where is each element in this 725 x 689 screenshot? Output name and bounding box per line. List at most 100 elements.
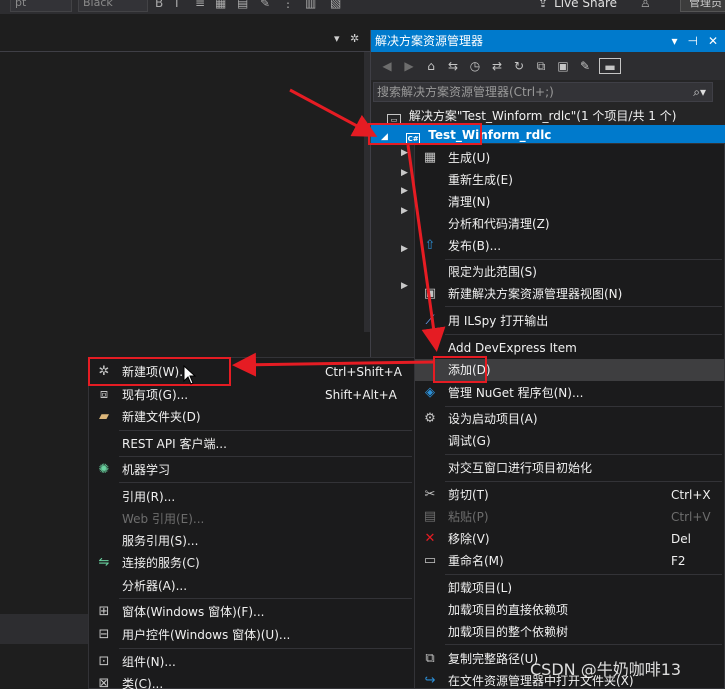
back-icon[interactable]: ◀: [379, 58, 395, 74]
menu-item[interactable]: ⇋ 连接的服务(C): [89, 552, 414, 574]
tree-expand-icon[interactable]: ▶: [401, 244, 408, 254]
menu-item[interactable]: ⟋ 用 ILSpy 打开输出: [415, 310, 724, 332]
sync-icon[interactable]: ⇄: [489, 58, 505, 74]
menu-item[interactable]: Add DevExpress Item: [415, 337, 724, 359]
tree-expand-icon[interactable]: ▶: [401, 281, 408, 291]
menu-item[interactable]: ▭ 重命名(M) F2: [415, 550, 724, 572]
search-icon[interactable]: ⌕▾: [693, 83, 706, 101]
menu-item[interactable]: 加载项目的整个依赖树: [415, 621, 724, 643]
format-icon[interactable]: ▧: [330, 0, 341, 10]
menu-item[interactable]: 添加(D): [415, 359, 724, 381]
menu-item[interactable]: ▣ 新建解决方案资源管理器视图(N): [415, 283, 724, 305]
close-icon[interactable]: ✕: [708, 30, 718, 52]
chevron-down-icon[interactable]: ▾: [671, 30, 677, 52]
menu-item[interactable]: 清理(N): [415, 191, 724, 213]
live-share-icon: ⇪: [538, 0, 549, 10]
theme-dropdown[interactable]: Black: [78, 0, 148, 12]
menu-item[interactable]: ✲ 新建项(W)... Ctrl+Shift+A: [89, 361, 414, 383]
menu-item[interactable]: 卸载项目(L): [415, 577, 724, 599]
menu-separator: [119, 456, 412, 457]
menu-item[interactable]: ▦ 生成(U): [415, 147, 724, 169]
menu-item[interactable]: 限定为此范围(S): [415, 261, 724, 283]
publish-icon: ⇧: [424, 238, 436, 253]
nuget-icon: ◈: [425, 385, 435, 400]
menu-item[interactable]: ⊠ 类(C)...: [89, 673, 414, 689]
grid-icon[interactable]: ▦: [215, 0, 226, 10]
menu-item-label: 设为启动项目(A): [448, 412, 538, 426]
expand-arrow-icon[interactable]: ◢: [381, 132, 388, 142]
switch-views-icon[interactable]: ⇆: [445, 58, 461, 74]
menu-item[interactable]: REST API 客户端...: [89, 433, 414, 455]
wrench-icon[interactable]: ✎: [260, 0, 270, 10]
menu-item[interactable]: 加载项目的直接依赖项: [415, 599, 724, 621]
tree-item-project[interactable]: ◢ C# Test_Winform_rdlc: [371, 125, 725, 145]
menu-separator: [445, 454, 722, 455]
tree-item-solution[interactable]: ▭ 解决方案"Test_Winform_rdlc"(1 个项目/共 1 个): [371, 106, 725, 126]
tree-expand-icon[interactable]: ▶: [401, 206, 408, 216]
menu-item-label: 清理(N): [448, 195, 491, 209]
italic-icon[interactable]: I: [175, 0, 179, 10]
menu-item[interactable]: ⇧ 发布(B)...: [415, 235, 724, 257]
menu-item[interactable]: ▰ 新建文件夹(D): [89, 406, 414, 428]
properties-icon[interactable]: ✎: [577, 58, 593, 74]
menu-item[interactable]: ⊞ 窗体(Windows 窗体)(F)...: [89, 601, 414, 623]
menu-item[interactable]: 分析和代码清理(Z): [415, 213, 724, 235]
home-icon[interactable]: ⌂: [423, 58, 439, 74]
grip-icon[interactable]: ⋮: [282, 0, 294, 10]
font-size-dropdown[interactable]: pt: [10, 0, 72, 12]
solution-search-input[interactable]: 搜索解决方案资源管理器(Ctrl+;) ⌕▾: [373, 82, 713, 102]
menu-item[interactable]: ⧈ 现有项(G)... Shift+Alt+A: [89, 384, 414, 406]
pending-changes-icon[interactable]: ◷: [467, 58, 483, 74]
menu-item-shortcut: Del: [671, 532, 691, 546]
menu-item[interactable]: 重新生成(E): [415, 169, 724, 191]
align-icon[interactable]: ▥: [305, 0, 316, 10]
menu-separator: [445, 259, 722, 260]
solution-explorer-title: 解决方案资源管理器: [375, 34, 484, 48]
menu-item: Web 引用(E)...: [89, 508, 414, 530]
preview-icon[interactable]: ▬: [599, 58, 621, 74]
menu-item[interactable]: ⊟ 用户控件(Windows 窗体)(U)...: [89, 624, 414, 646]
pin-icon[interactable]: ⊣: [687, 30, 697, 52]
list-icon[interactable]: ≡: [195, 0, 205, 10]
feedback-icon[interactable]: ♙: [640, 0, 651, 10]
tree-expand-icon[interactable]: ▶: [401, 168, 408, 178]
menu-item[interactable]: 分析器(A)...: [89, 575, 414, 597]
menu-item-label: 用户控件(Windows 窗体)(U)...: [122, 628, 291, 642]
menu-item[interactable]: ✕ 移除(V) Del: [415, 528, 724, 550]
menu-item[interactable]: ◈ 管理 NuGet 程序包(N)...: [415, 382, 724, 404]
show-all-files-icon[interactable]: ▣: [555, 58, 571, 74]
menu-item-label: 加载项目的整个依赖树: [448, 625, 569, 639]
tree-expand-icon[interactable]: ▶: [401, 186, 408, 196]
watermark: CSDN @牛奶咖啡13: [530, 660, 682, 679]
top-toolbar: pt Black B I ≡ ▦ ▤ ✎ ⋮ ▥ ▧ ⇪ Live Share …: [0, 0, 725, 14]
live-share-button[interactable]: ⇪ Live Share: [538, 0, 617, 10]
build-icon: ▦: [423, 150, 437, 165]
menu-item[interactable]: 服务引用(S)...: [89, 530, 414, 552]
bold-icon[interactable]: B: [155, 0, 163, 10]
menu-item[interactable]: 调试(G): [415, 430, 724, 452]
tree-expand-icon[interactable]: ▶: [401, 148, 408, 158]
menu-item[interactable]: 引用(R)...: [89, 486, 414, 508]
menu-item-shortcut: F2: [671, 554, 686, 568]
forward-icon[interactable]: ▶: [401, 58, 417, 74]
menu-item-label: REST API 客户端...: [122, 437, 227, 451]
menu-separator: [445, 306, 722, 307]
table-icon[interactable]: ▤: [237, 0, 248, 10]
menu-item-label: 粘贴(P): [448, 510, 489, 524]
menu-item[interactable]: ⚙ 设为启动项目(A): [415, 408, 724, 430]
menu-item[interactable]: ✺ 机器学习: [89, 459, 414, 481]
menu-separator: [119, 430, 412, 431]
menu-item[interactable]: 对交互窗口进行项目初始化: [415, 457, 724, 479]
tab-dropdown-icon[interactable]: ▾: [334, 32, 340, 45]
menu-item-label: 加载项目的直接依赖项: [448, 603, 569, 617]
menu-item-label: 添加(D): [448, 363, 491, 377]
tab-settings-icon[interactable]: ✲: [350, 32, 359, 45]
menu-item-label: 管理 NuGet 程序包(N)...: [448, 386, 584, 400]
menu-item[interactable]: ⊡ 组件(N)...: [89, 651, 414, 673]
refresh-icon[interactable]: ↻: [511, 58, 527, 74]
add-submenu: ✲ 新建项(W)... Ctrl+Shift+A ⧈ 现有项(G)... Shift+Al…: [88, 357, 415, 689]
menu-item: ▤ 粘贴(P) Ctrl+V: [415, 506, 724, 528]
collapse-all-icon[interactable]: ⧉: [533, 58, 549, 74]
admin-badge[interactable]: 管理员: [680, 0, 725, 12]
menu-item[interactable]: ✂ 剪切(T) Ctrl+X: [415, 484, 724, 506]
